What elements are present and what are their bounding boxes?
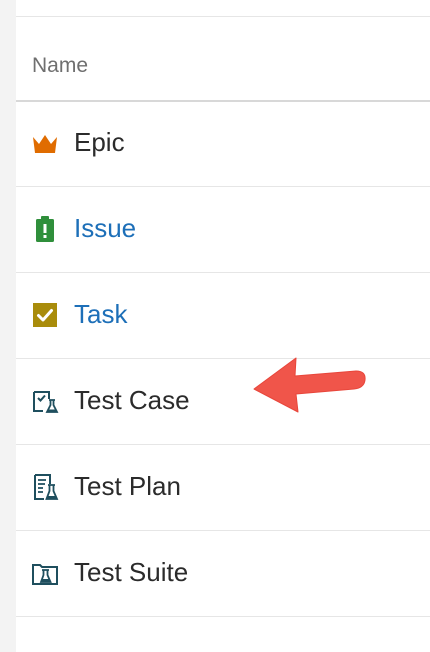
list-item-label: Epic bbox=[74, 127, 125, 157]
list-item-epic[interactable]: Epic bbox=[16, 101, 430, 187]
list-item-issue[interactable]: Issue bbox=[16, 187, 430, 273]
list-item-test-suite[interactable]: Test Suite bbox=[16, 531, 430, 617]
list-item-label: Test Suite bbox=[74, 557, 189, 587]
name-column-header[interactable]: Name bbox=[16, 34, 430, 102]
clipboard-issue-icon bbox=[36, 216, 54, 242]
test-suite-icon bbox=[32, 564, 58, 585]
annotation-arrow-icon bbox=[253, 357, 366, 413]
list-item-label: Test Plan bbox=[74, 471, 181, 501]
work-item-types-panel: Name Epic Issue Task Test Case Test Plan… bbox=[16, 0, 430, 652]
name-column-label: Name bbox=[32, 54, 89, 77]
list-item-task[interactable]: Task bbox=[16, 273, 430, 359]
list-item-label[interactable]: Issue bbox=[74, 213, 136, 244]
crown-icon bbox=[33, 135, 57, 153]
checkbox-task-icon bbox=[33, 303, 57, 327]
list-item-label: Test Case bbox=[74, 385, 190, 415]
list-item-label[interactable]: Task bbox=[74, 299, 127, 330]
top-divider bbox=[16, 16, 430, 17]
test-plan-icon bbox=[34, 474, 59, 500]
test-case-icon bbox=[33, 391, 59, 413]
list-item-test-plan[interactable]: Test Plan bbox=[16, 445, 430, 531]
